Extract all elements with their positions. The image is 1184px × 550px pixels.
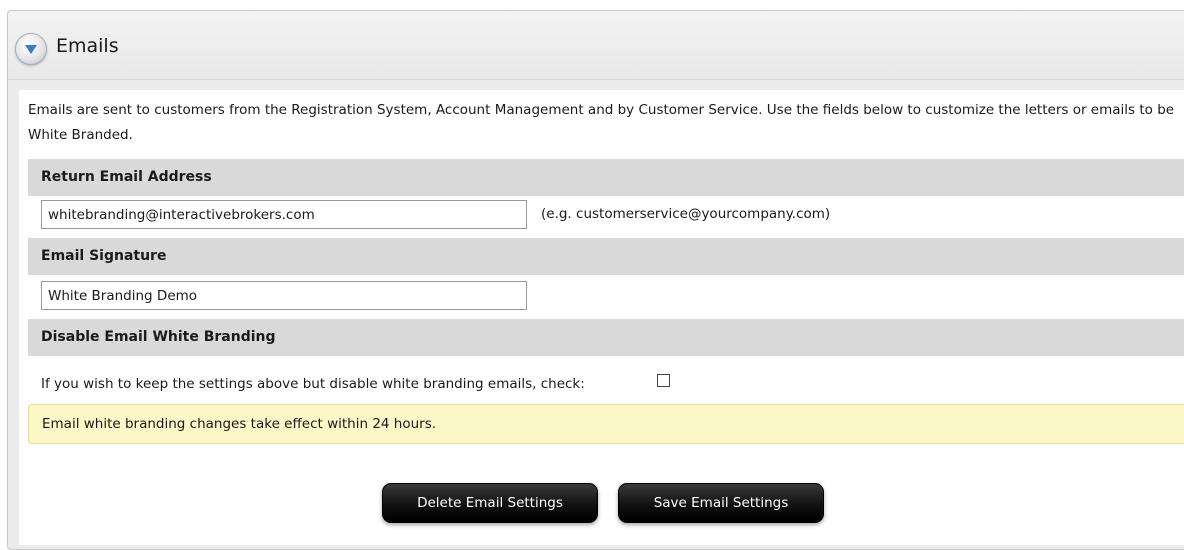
disable-branding-label: If you wish to keep the settings above b… bbox=[41, 376, 585, 392]
panel-title: Emails bbox=[56, 35, 119, 57]
collapse-toggle-button[interactable] bbox=[15, 33, 47, 65]
panel-header: Emails bbox=[8, 11, 1184, 80]
return-email-heading: Return Email Address bbox=[28, 159, 1184, 196]
emails-panel: Emails Emails are sent to customers from… bbox=[7, 10, 1184, 550]
email-signature-input[interactable] bbox=[41, 281, 527, 310]
return-email-hint: (e.g. customerservice@yourcompany.com) bbox=[541, 206, 831, 222]
intro-text: Emails are sent to customers from the Re… bbox=[28, 102, 1175, 143]
chevron-down-icon bbox=[25, 45, 37, 54]
email-signature-heading: Email Signature bbox=[28, 238, 1184, 275]
disable-branding-heading: Disable Email White Branding bbox=[28, 319, 1184, 356]
disable-branding-checkbox[interactable] bbox=[657, 374, 670, 387]
delete-email-settings-button[interactable]: Delete Email Settings bbox=[382, 483, 598, 523]
panel-body: Emails are sent to customers from the Re… bbox=[19, 90, 1184, 545]
notice-banner: Email white branding changes take effect… bbox=[28, 404, 1184, 444]
return-email-input[interactable] bbox=[41, 200, 527, 229]
save-email-settings-button[interactable]: Save Email Settings bbox=[618, 483, 824, 523]
